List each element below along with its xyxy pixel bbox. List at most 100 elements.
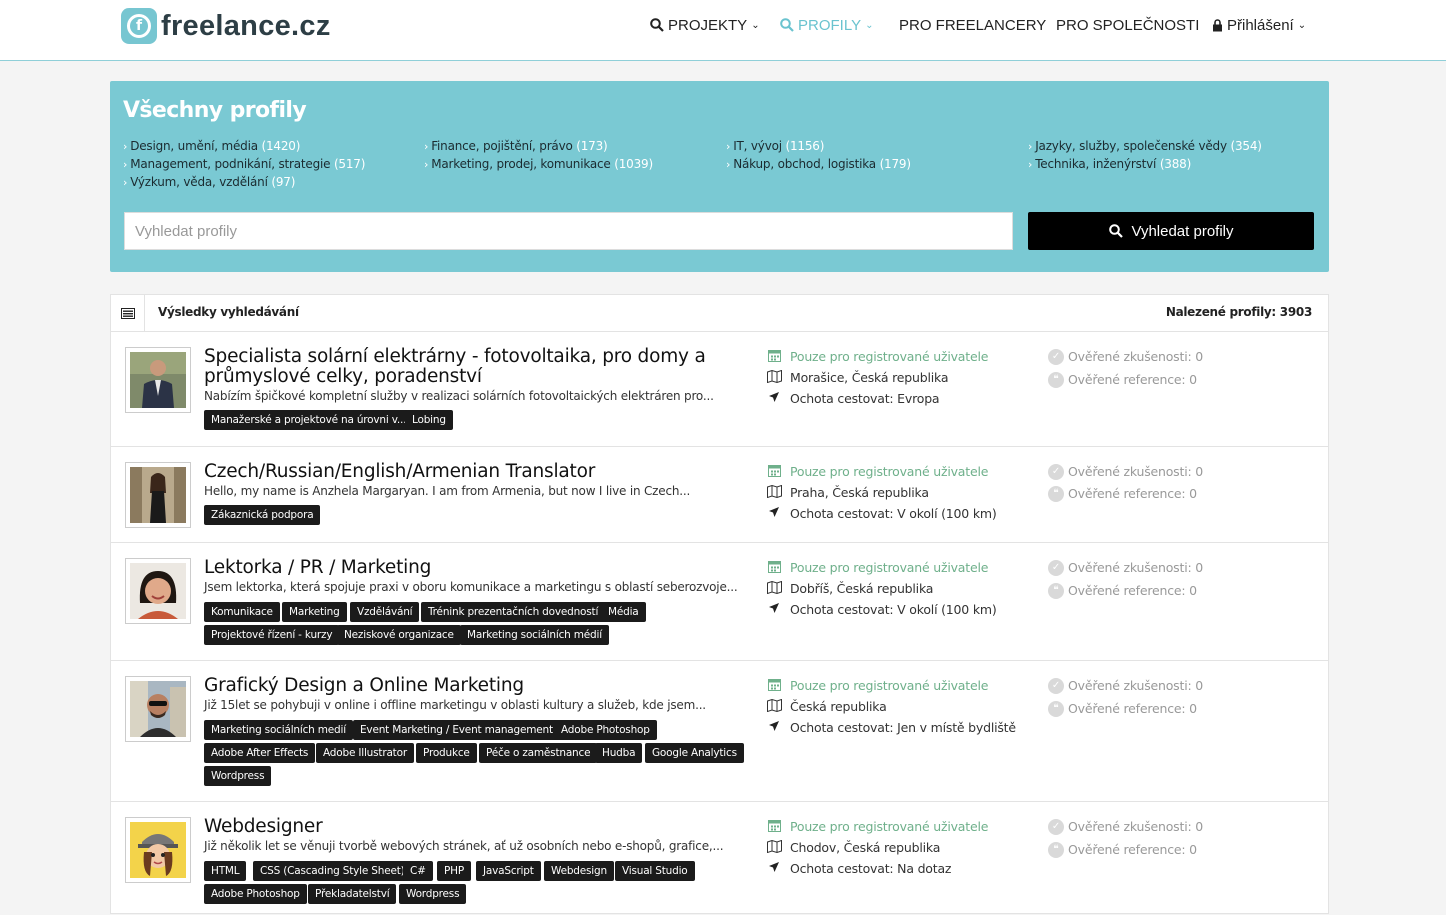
reference-icon: ❝ xyxy=(1048,842,1064,858)
skill-tag[interactable]: PHP xyxy=(437,861,471,881)
results-header: Výsledky vyhledávání Nalezené profily: 3… xyxy=(111,295,1328,332)
avatar[interactable] xyxy=(125,347,191,413)
verified-references: Ověřené reference: 0 xyxy=(1068,842,1197,857)
chevron-right-icon: › xyxy=(1028,158,1033,171)
skill-tag[interactable]: Lobing xyxy=(405,410,453,430)
plane-icon xyxy=(766,391,782,406)
skill-tag[interactable]: Wordpress xyxy=(399,884,467,904)
search-results-panel: Výsledky vyhledávání Nalezené profily: 3… xyxy=(110,294,1329,914)
calendar-icon xyxy=(766,349,782,365)
profile-row[interactable]: Specialista solární elektrárny - fotovol… xyxy=(111,332,1328,447)
profile-description: Jsem lektorka, která spojuje praxi v obo… xyxy=(204,580,738,594)
skill-tag[interactable]: Visual Studio xyxy=(615,861,695,881)
skill-tag[interactable]: Komunikace xyxy=(204,602,280,622)
avatar[interactable] xyxy=(125,817,191,883)
nav-projekty[interactable]: PROJEKTY ⌄ xyxy=(650,0,760,50)
verified-experience: Ověřené zkušenosti: 0 xyxy=(1068,464,1204,479)
profile-title[interactable]: Czech/Russian/English/Armenian Translato… xyxy=(204,462,724,482)
chevron-right-icon: › xyxy=(424,140,429,153)
profile-description: Hello, my name is Anzhela Margaryan. I a… xyxy=(204,484,691,498)
skill-tag[interactable]: Wordpress xyxy=(204,766,272,786)
skill-tag[interactable]: Média xyxy=(601,602,646,622)
profile-search-input[interactable] xyxy=(124,212,1013,250)
travel-text: Ochota cestovat: Evropa xyxy=(790,391,940,406)
top-navigation-bar: f freelance.cz PROJEKTY ⌄ PROFILY ⌄ PRO … xyxy=(0,0,1446,61)
category-link[interactable]: › Marketing, prodej, komunikace (1039) xyxy=(424,157,653,171)
profile-description: Již několik let se věnuji tvorbě webovýc… xyxy=(204,839,724,853)
nav-pro-freelancery[interactable]: PRO FREELANCERY xyxy=(899,0,1046,50)
skill-tag[interactable]: Marketing sociálních médií xyxy=(460,625,609,645)
logo-text: freelance.cz xyxy=(161,9,331,42)
chevron-right-icon: › xyxy=(726,158,731,171)
skill-tag[interactable]: Projektové řízení - kurzy xyxy=(204,625,340,645)
skill-tag[interactable]: Google Analytics xyxy=(645,743,744,763)
list-icon xyxy=(111,295,145,331)
avatar[interactable] xyxy=(125,558,191,624)
category-link[interactable]: › Technika, inženýrství (388) xyxy=(1028,157,1191,171)
verified-references: Ověřené reference: 0 xyxy=(1068,701,1197,716)
profile-row[interactable]: Lektorka / PR / Marketing Jsem lektorka,… xyxy=(111,543,1328,661)
avatar[interactable] xyxy=(125,462,191,528)
travel-text: Ochota cestovat: Na dotaz xyxy=(790,861,952,876)
profile-title[interactable]: Webdesigner xyxy=(204,817,724,837)
search-button-label: Vyhledat profily xyxy=(1131,222,1234,240)
verified-experience: Ověřené zkušenosti: 0 xyxy=(1068,819,1204,834)
profile-title[interactable]: Lektorka / PR / Marketing xyxy=(204,558,724,578)
nav-pro-spolecnosti-label: PRO SPOLEČNOSTI xyxy=(1056,16,1200,34)
skill-tag[interactable]: Adobe Photoshop xyxy=(554,720,657,740)
skill-tag[interactable]: C# xyxy=(403,861,433,881)
reference-icon: ❝ xyxy=(1048,583,1064,599)
category-link[interactable]: › Finance, pojištění, právo (173) xyxy=(424,139,608,153)
avatar[interactable] xyxy=(125,676,191,742)
skill-tag[interactable]: CSS (Cascading Style Sheet) xyxy=(253,861,412,881)
calendar-icon xyxy=(766,819,782,835)
availability-text: Pouze pro registrované uživatele xyxy=(790,464,989,479)
profile-row[interactable]: Grafický Design a Online Marketing Již 1… xyxy=(111,661,1328,802)
category-link[interactable]: › Výzkum, věda, vzdělání (97) xyxy=(123,175,295,189)
skill-tag[interactable]: Marketing sociálních medií xyxy=(204,720,353,740)
skill-tag[interactable]: Marketing xyxy=(282,602,347,622)
skill-tag[interactable]: Adobe After Effects xyxy=(204,743,316,763)
skill-tag[interactable]: Adobe Photoshop xyxy=(204,884,307,904)
nav-login[interactable]: Přihlášení ⌄ xyxy=(1212,0,1306,50)
verified-references: Ověřené reference: 0 xyxy=(1068,372,1197,387)
skill-tag[interactable]: Vzdělávání xyxy=(350,602,420,622)
skill-tag[interactable]: Zákaznická podpora xyxy=(204,505,321,525)
map-icon xyxy=(766,369,782,386)
profile-description: Nabízím špičkové kompletní služby v real… xyxy=(204,389,714,403)
profile-row[interactable]: Czech/Russian/English/Armenian Translato… xyxy=(111,447,1328,543)
chevron-down-icon: ⌄ xyxy=(1297,19,1307,31)
skill-tag[interactable]: Překladatelství xyxy=(308,884,397,904)
map-icon xyxy=(766,484,782,501)
skill-tag[interactable]: Webdesign xyxy=(544,861,614,881)
category-link[interactable]: › IT, vývoj (1156) xyxy=(726,139,824,153)
skill-tag[interactable]: Event Marketing / Event management xyxy=(353,720,560,740)
skill-tag[interactable]: HTML xyxy=(204,861,247,881)
category-link[interactable]: › Management, podnikání, strategie (517) xyxy=(123,157,365,171)
skill-tag[interactable]: Produkce xyxy=(416,743,477,763)
skill-tag[interactable]: Trénink prezentačních dovedností xyxy=(421,602,606,622)
skill-tag[interactable]: Manažerské a projektové na úrovni v... xyxy=(204,410,414,430)
profile-title[interactable]: Grafický Design a Online Marketing xyxy=(204,676,724,696)
search-profiles-button[interactable]: Vyhledat profily xyxy=(1028,212,1314,250)
skill-tag[interactable]: Neziskové organizace xyxy=(337,625,461,645)
category-link[interactable]: › Nákup, obchod, logistika (179) xyxy=(726,157,911,171)
calendar-icon xyxy=(766,560,782,576)
verified-experience: Ověřené zkušenosti: 0 xyxy=(1068,678,1204,693)
check-circle-icon: ✓ xyxy=(1048,349,1064,365)
check-circle-icon: ✓ xyxy=(1048,819,1064,835)
skill-tag[interactable]: Péče o zaměstnance xyxy=(479,743,598,763)
lock-icon xyxy=(1213,18,1222,31)
skill-tag[interactable]: Adobe Illustrator xyxy=(316,743,414,763)
profile-row[interactable]: Webdesigner Již několik let se věnuji tv… xyxy=(111,802,1328,915)
skill-tag[interactable]: JavaScript xyxy=(476,861,541,881)
location-text: Dobříš, Česká republika xyxy=(790,581,934,596)
profile-title[interactable]: Specialista solární elektrárny - fotovol… xyxy=(204,347,724,387)
nav-pro-spolecnosti[interactable]: PRO SPOLEČNOSTI xyxy=(1056,0,1199,50)
category-link[interactable]: › Design, umění, média (1420) xyxy=(123,139,300,153)
category-link[interactable]: › Jazyky, služby, společenské vědy (354) xyxy=(1028,139,1262,153)
site-logo[interactable]: f freelance.cz xyxy=(121,8,331,44)
nav-profily[interactable]: PROFILY ⌄ xyxy=(780,0,873,50)
skill-tag[interactable]: Hudba xyxy=(595,743,643,763)
nav-pro-freelancery-label: PRO FREELANCERY xyxy=(899,16,1047,34)
